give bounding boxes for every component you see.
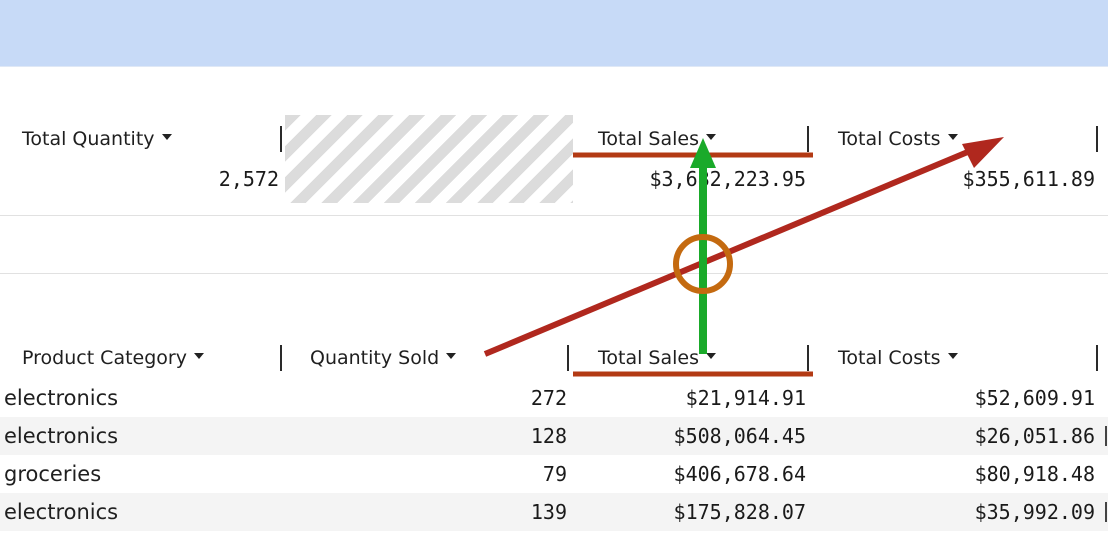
page: Total Quantity Total Sales Total Costs 2… [0, 0, 1108, 542]
red-arrow-line [483, 143, 984, 357]
red-arrow-head-icon [962, 137, 1004, 168]
annotation-overlay [483, 137, 1004, 377]
